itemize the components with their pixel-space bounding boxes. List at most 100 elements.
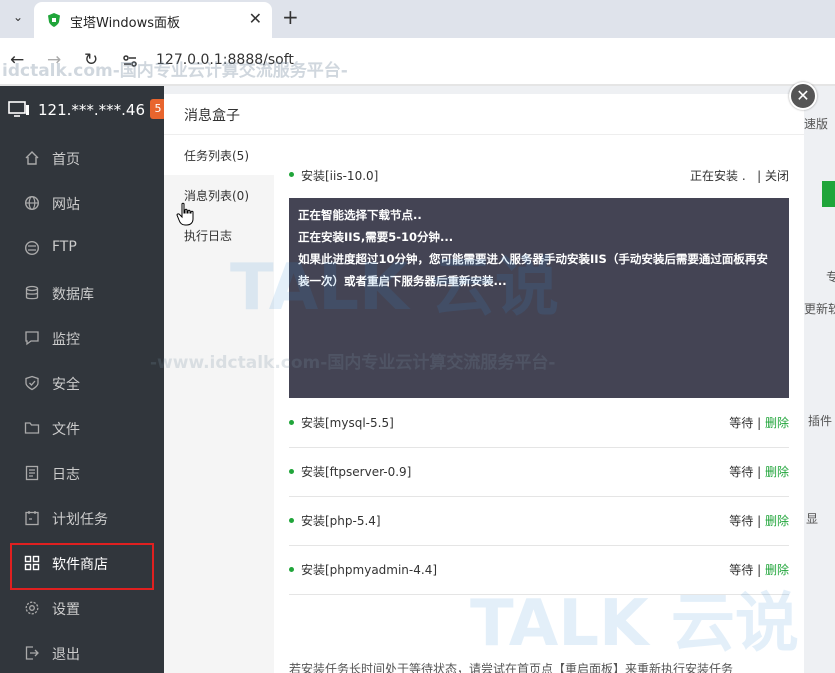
sidebar-item-monitor[interactable]: 监控 (0, 316, 164, 360)
sidebar-item-logout[interactable]: 退出 (0, 631, 164, 673)
modal-title: 消息盒子 (184, 108, 240, 124)
bg-text-2: 专 (826, 270, 835, 284)
globe-icon (24, 195, 40, 211)
wait-status: 等待 (729, 514, 754, 528)
delete-link[interactable]: 删除 (765, 416, 789, 430)
sidebar-item-security[interactable]: 安全 (0, 361, 164, 405)
task-actions: 等待 | 删除 (729, 463, 789, 480)
tab-task-list[interactable]: 任务列表(5) (164, 135, 274, 175)
sidebar-item-website[interactable]: 网站 (0, 181, 164, 225)
queued-task-row: 安装[ftpserver-0.9] 等待 | 删除 (289, 448, 789, 497)
tab-list-chevron-icon[interactable]: ⌄ (8, 10, 28, 28)
separator: | (757, 514, 762, 528)
server-info: 121.***.***.46 5 (0, 86, 166, 134)
wait-status: 等待 (729, 465, 754, 479)
message-box-modal: 消息盒子 任务列表(5) 消息列表(0) 执行日志 安装[iis-10.0] 正… (164, 94, 804, 673)
modal-close-icon[interactable]: ✕ (789, 82, 817, 110)
folder-icon (24, 422, 40, 434)
bg-text-5: 显 (806, 512, 819, 526)
sidebar-item-label: 计划任务 (52, 512, 108, 528)
sidebar-item-label: 网站 (52, 197, 80, 213)
current-task: 安装[iis-10.0] 正在安装 . | 关闭 (289, 166, 789, 186)
task-name: 安装[mysql-5.5] (301, 416, 394, 430)
sidebar-item-label: 日志 (52, 467, 80, 483)
sidebar-item-label: 设置 (52, 602, 80, 618)
sidebar-item-label: FTP (52, 239, 77, 255)
close-task-link[interactable]: | 关闭 (757, 169, 789, 183)
url-text[interactable]: 127.0.0.1:8888/soft (156, 52, 294, 68)
bg-text-3: 更新软件 (804, 302, 835, 316)
logout-icon (25, 646, 39, 660)
sidebar-item-label: 安全 (52, 377, 80, 393)
console-line: 正在安装IIS,需要5-10分钟... (298, 230, 454, 244)
sidebar-item-label: 文件 (52, 422, 80, 438)
app-store-highlight (10, 543, 154, 590)
task-actions: 等待 | 删除 (729, 561, 789, 578)
database-icon (25, 285, 39, 300)
browser-tab-bar: ⌄ 宝塔Windows面板 ✕ + (0, 0, 835, 38)
installing-text: 正在安装 . (690, 169, 746, 183)
chat-monitor-icon (25, 331, 39, 346)
hand-cursor-icon (176, 202, 194, 226)
task-actions: 等待 | 删除 (729, 414, 789, 431)
current-task-status: 正在安装 . | 关闭 (690, 167, 789, 184)
sidebar-item-label: 监控 (52, 332, 80, 348)
tab-close-icon[interactable]: ✕ (249, 9, 262, 28)
status-dot (289, 420, 294, 425)
ftp-globe-icon (24, 240, 40, 256)
server-ip: 121.***.***.46 (38, 101, 146, 119)
browser-tab[interactable]: 宝塔Windows面板 ✕ (34, 2, 272, 38)
gear-icon (25, 601, 39, 615)
sidebar-item-label: 退出 (52, 647, 80, 663)
sidebar-item-label: 数据库 (52, 287, 94, 303)
back-icon[interactable]: ← (10, 50, 24, 70)
sidebar-item-logs[interactable]: 日志 (0, 451, 164, 495)
log-icon (25, 465, 39, 481)
queued-task-row: 安装[php-5.4] 等待 | 删除 (289, 497, 789, 546)
home-icon (25, 151, 39, 165)
delete-link[interactable]: 删除 (765, 465, 789, 479)
bottom-note: 若安装任务长时间处于等待状态，请尝试在首页点【重启面板】来重新执行安装任务 (289, 662, 734, 673)
task-name: 安装[php-5.4] (301, 514, 381, 528)
site-info-icon[interactable] (121, 52, 139, 70)
monitor-icon (8, 101, 29, 117)
sidebar-item-ftp[interactable]: FTP (0, 226, 164, 270)
tab-label: 任务列表(5) (184, 149, 249, 163)
status-dot (289, 172, 294, 177)
task-actions: 等待 | 删除 (729, 512, 789, 529)
task-name: 安装[ftpserver-0.9] (301, 465, 412, 479)
new-tab-icon[interactable]: + (282, 5, 299, 29)
schedule-icon (25, 511, 39, 526)
reload-icon[interactable]: ↻ (84, 50, 98, 70)
modal-header: 消息盒子 (164, 94, 804, 135)
shield-icon (25, 375, 39, 391)
sidebar-item-cron[interactable]: 计划任务 (0, 496, 164, 540)
queued-task-row: 安装[phpmyadmin-4.4] 等待 | 删除 (289, 546, 789, 595)
sidebar-item-home[interactable]: 首页 (0, 136, 164, 180)
install-console: 正在智能选择下载节点.. 正在安装IIS,需要5-10分钟... 如果此进度超过… (289, 198, 789, 398)
sidebar-item-settings[interactable]: 设置 (0, 586, 164, 630)
separator: | (757, 465, 762, 479)
bg-text-4: 插件 (808, 414, 833, 428)
separator: | (757, 563, 762, 577)
sidebar-item-label: 首页 (52, 152, 80, 168)
bg-text-1: 速版 (804, 117, 829, 131)
forward-icon[interactable]: → (47, 50, 61, 70)
wait-status: 等待 (729, 563, 754, 577)
bg-green-button (822, 181, 835, 207)
status-dot (289, 469, 294, 474)
task-name: 安装[phpmyadmin-4.4] (301, 563, 438, 577)
console-line: 装一次）或者重启下服务器后重新安装... (298, 274, 507, 288)
status-dot (289, 567, 294, 572)
delete-link[interactable]: 删除 (765, 563, 789, 577)
separator: | (757, 416, 762, 430)
wait-status: 等待 (729, 416, 754, 430)
console-line: 如果此进度超过10分钟，您可能需要进入服务器手动安装IIS（手动安装后需要通过面… (298, 252, 768, 266)
sidebar-item-database[interactable]: 数据库 (0, 271, 164, 315)
address-bar: ← → ↻ 127.0.0.1:8888/soft (0, 38, 835, 84)
queued-task-row: 安装[mysql-5.5] 等待 | 删除 (289, 399, 789, 448)
tab-title: 宝塔Windows面板 (70, 16, 181, 31)
shield-favicon-icon (48, 13, 60, 27)
delete-link[interactable]: 删除 (765, 514, 789, 528)
sidebar-item-files[interactable]: 文件 (0, 406, 164, 450)
